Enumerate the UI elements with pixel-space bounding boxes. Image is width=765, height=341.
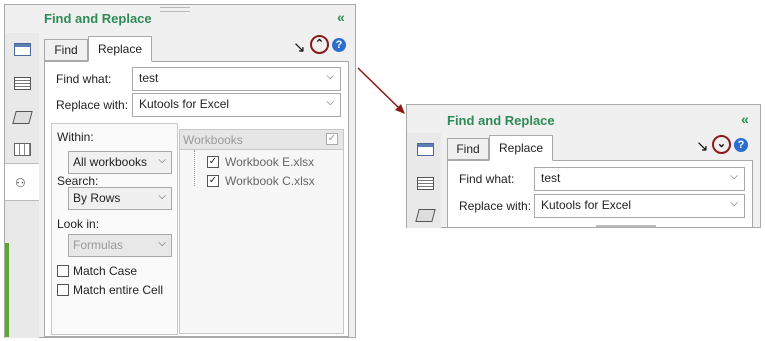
chevron-down-icon: ⌵	[158, 191, 166, 202]
replace-with-input[interactable]: Kutools for Excel ⌵	[132, 93, 341, 117]
search-select[interactable]: By Rows ⌵	[68, 187, 172, 210]
within-label: Within:	[57, 130, 94, 144]
tab-replace[interactable]: Replace	[489, 135, 553, 161]
chevron-down-icon[interactable]: ⌵	[730, 198, 738, 209]
within-select[interactable]: All workbooks ⌵	[68, 151, 172, 174]
double-chevron-down-icon[interactable]: ⌄	[712, 135, 731, 154]
look-in-label: Look in:	[57, 217, 100, 231]
workbook-checkbox[interactable]: ✓	[207, 156, 219, 168]
icon-sidebar	[407, 133, 441, 228]
find-replace-pane-collapsed: Find and Replace « Find Replace ↘ ⌄ ? Fi…	[406, 104, 761, 228]
find-what-label: Find what:	[459, 172, 515, 186]
tab-find[interactable]: Find	[447, 138, 489, 160]
workbooks-list[interactable]: Workbooks ✓ ✓ Workbook E.xlsx ✓ Workbook…	[179, 129, 344, 334]
arrow-pointer-icon: ↘	[293, 39, 306, 56]
worksheet-icon[interactable]	[417, 143, 434, 156]
replace-tab-content: Find what: test ⌵ Replace with: Kutools …	[44, 61, 349, 337]
workbook-item[interactable]: Workbook C.xlsx	[225, 174, 315, 188]
resize-grip[interactable]	[596, 225, 656, 227]
worksheet-icon[interactable]	[14, 43, 31, 56]
layers-icon[interactable]	[12, 111, 33, 124]
search-label: Search:	[57, 174, 99, 188]
collapse-pane-button[interactable]: «	[337, 9, 345, 25]
search-value: By Rows	[73, 191, 121, 205]
tree-line	[194, 150, 196, 186]
arrow-pointer-icon: ↘	[696, 138, 709, 155]
tab-find[interactable]: Find	[44, 39, 88, 61]
chevron-down-icon: ⌵	[158, 238, 166, 249]
chevron-down-icon[interactable]: ⌵	[326, 71, 334, 82]
help-icon[interactable]: ?	[332, 38, 346, 52]
replace-with-value: Kutools for Excel	[541, 198, 632, 212]
double-chevron-up-icon[interactable]: ⌃	[310, 35, 329, 54]
chevron-down-icon: ⌵	[158, 155, 166, 166]
replace-with-label: Replace with:	[459, 199, 532, 213]
chevron-down-icon[interactable]: ⌵	[730, 171, 738, 182]
within-value: All workbooks	[73, 155, 148, 169]
binoculars-tab[interactable]: ⚇	[5, 163, 39, 201]
find-what-value: test	[541, 171, 561, 185]
chevron-down-icon[interactable]: ⌵	[326, 97, 334, 108]
replace-with-input[interactable]: Kutools for Excel ⌵	[534, 194, 745, 218]
match-case-checkbox[interactable]	[57, 265, 69, 277]
workbook-checkbox[interactable]: ✓	[207, 175, 219, 187]
match-entire-cell-checkbox[interactable]	[57, 284, 69, 296]
find-what-value: test	[139, 71, 159, 85]
grid-icon[interactable]	[14, 143, 31, 156]
pane-title: Find and Replace	[447, 113, 555, 128]
collapse-pane-button[interactable]: «	[741, 111, 749, 127]
pane-title: Find and Replace	[44, 11, 152, 26]
list-icon[interactable]	[14, 77, 31, 90]
tab-replace[interactable]: Replace	[88, 36, 152, 62]
match-case-label[interactable]: Match Case	[73, 264, 137, 278]
select-all-workbooks-checkbox[interactable]: ✓	[326, 133, 338, 145]
icon-sidebar: ⚇	[5, 33, 39, 338]
look-in-value: Formulas	[73, 238, 124, 252]
side-accent-bar	[5, 243, 9, 337]
help-icon[interactable]: ?	[734, 138, 748, 152]
look-in-select[interactable]: Formulas ⌵	[68, 234, 172, 257]
workbooks-header: Workbooks ✓	[180, 130, 343, 150]
find-what-input[interactable]: test ⌵	[534, 167, 745, 191]
binoculars-icon: ⚇	[15, 176, 26, 190]
drag-handle[interactable]	[160, 7, 190, 12]
find-what-label: Find what:	[56, 72, 112, 86]
match-entire-cell-label[interactable]: Match entire Cell	[73, 283, 163, 297]
workbooks-header-label: Workbooks	[183, 133, 243, 147]
replace-tab-content: Find what: test ⌵ Replace with: Kutools …	[447, 160, 753, 228]
layers-icon[interactable]	[415, 209, 436, 222]
options-group: Within: All workbooks ⌵ Search: By Rows …	[51, 123, 178, 335]
replace-with-value: Kutools for Excel	[139, 97, 230, 111]
replace-with-label: Replace with:	[56, 98, 129, 112]
find-replace-pane-expanded: Find and Replace « ⚇ Find Replace ↘ ⌃ ? …	[4, 4, 356, 338]
list-icon[interactable]	[417, 177, 434, 190]
workbook-item[interactable]: Workbook E.xlsx	[225, 155, 314, 169]
find-what-input[interactable]: test ⌵	[132, 67, 341, 91]
